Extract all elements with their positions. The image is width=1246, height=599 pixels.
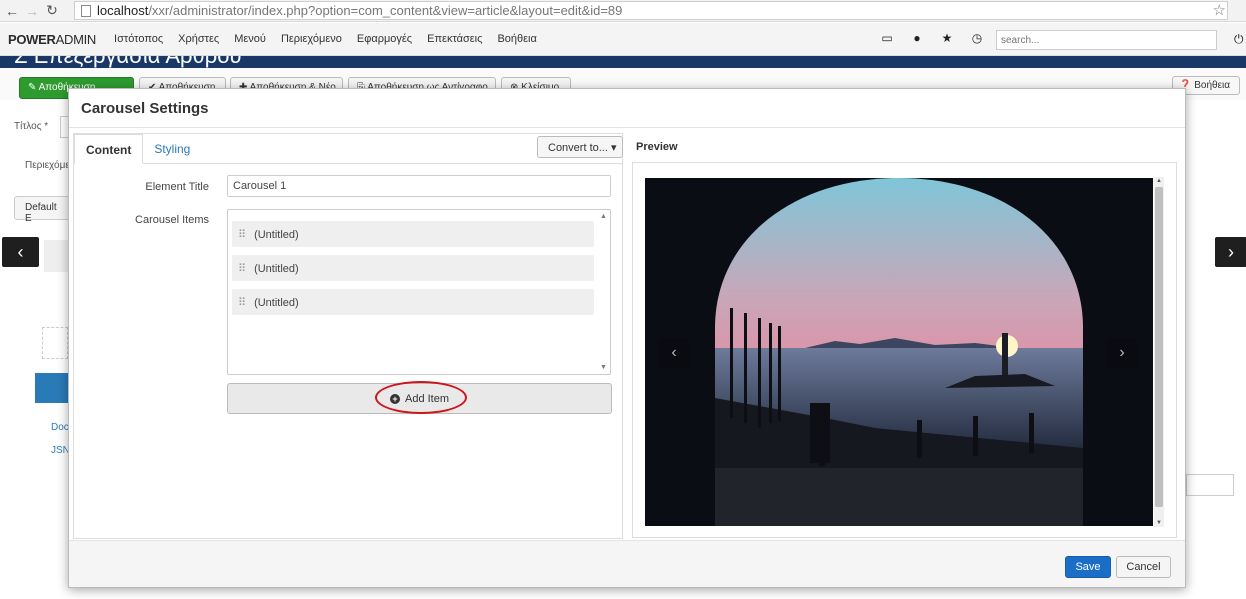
cancel-button[interactable]: Cancel	[1116, 556, 1171, 578]
drag-handle-icon[interactable]: ⠿	[238, 297, 246, 309]
settings-tabs: Content Styling	[74, 134, 201, 164]
bg-dropzone	[42, 327, 68, 359]
element-title-label: Element Title	[145, 181, 209, 193]
forward-arrow-icon[interactable]: →	[22, 1, 42, 21]
bg-default-editor-button[interactable]: Default E	[14, 196, 70, 224]
carousel-prev-icon[interactable]: ‹	[659, 338, 689, 368]
carousel-preview-image: ‹ ›	[645, 178, 1153, 526]
back-arrow-icon[interactable]: ←	[2, 1, 22, 21]
content-panel: Content Styling Convert to... ▾ Element …	[73, 133, 623, 539]
admin-menu: Ιστότοπος Χρήστες Μενού Περιεχόμενο Εφαρ…	[114, 33, 552, 45]
reload-icon[interactable]: ↻	[42, 1, 62, 21]
power-icon[interactable]: ⏻	[1234, 32, 1244, 47]
menu-item-content[interactable]: Περιεχόμενο	[281, 33, 342, 45]
preview-panel: ‹ › ▲ ▼	[632, 162, 1177, 538]
bg-title-label: Τίτλος *	[14, 121, 49, 132]
url-field[interactable]: localhost /xxr/administrator/index.php?o…	[74, 1, 1228, 20]
search-input[interactable]	[996, 30, 1217, 50]
bg-panel	[44, 240, 68, 272]
bookmark-star-icon[interactable]: ☆	[1213, 1, 1226, 19]
tab-styling[interactable]: Styling	[143, 134, 201, 164]
element-title-input[interactable]	[227, 175, 611, 197]
menu-item-components[interactable]: Εφαρμογές	[357, 33, 412, 45]
menu-item-help[interactable]: Βοήθεια	[497, 33, 536, 45]
menu-item-site[interactable]: Ιστότοπος	[114, 33, 163, 45]
user-icon[interactable]: ●	[902, 31, 932, 45]
list-item[interactable]: ⠿ (Untitled)	[232, 255, 594, 281]
modal-header: Carousel Settings	[69, 89, 1185, 128]
url-path: /xxr/administrator/index.php?option=com_…	[148, 3, 623, 18]
list-item[interactable]: ⠿ (Untitled)	[232, 289, 594, 315]
page-title-strip: Σ Επεξεργασία Άρθρου	[0, 56, 1246, 68]
star-icon[interactable]: ★	[932, 31, 962, 45]
carousel-items-list: ⠿ (Untitled) ⠿ (Untitled) ⠿ (Untitled) ▲ ▼	[227, 209, 611, 375]
carousel-settings-modal: Carousel Settings Content Styling Conver…	[68, 88, 1186, 588]
brand-logo[interactable]: POWERADMIN	[8, 32, 96, 47]
bg-docs-link[interactable]: Doc	[51, 422, 69, 433]
menu-item-users[interactable]: Χρήστες	[178, 33, 219, 45]
admin-topbar: POWERADMIN Ιστότοπος Χρήστες Μενού Περιε…	[0, 23, 1246, 56]
bg-blue-button[interactable]	[35, 373, 68, 403]
carousel-next-icon[interactable]: ›	[1107, 338, 1137, 368]
modal-title: Carousel Settings	[81, 100, 209, 117]
items-scrollbar[interactable]: ▲ ▼	[599, 211, 609, 373]
chevron-left-icon[interactable]: ‹	[2, 237, 39, 267]
tab-content[interactable]: Content	[74, 134, 144, 164]
carousel-items-label: Carousel Items	[135, 214, 209, 226]
menu-item-extensions[interactable]: Επεκτάσεις	[427, 33, 482, 45]
monitor-icon[interactable]: ▭	[872, 31, 902, 45]
list-item[interactable]: ⠿ (Untitled)	[232, 221, 594, 247]
drag-handle-icon[interactable]: ⠿	[238, 229, 246, 241]
chevron-right-icon[interactable]: ›	[1215, 237, 1246, 267]
page-title: Σ Επεξεργασία Άρθρου	[14, 56, 242, 68]
preview-scrollbar[interactable]: ▲ ▼	[1154, 177, 1164, 527]
preview-label: Preview	[636, 141, 678, 153]
page-icon	[81, 4, 91, 17]
save-button[interactable]: Save	[1065, 556, 1111, 578]
bg-content-tab[interactable]: Περιεχόμε	[25, 160, 70, 171]
clock-icon[interactable]: ◷	[962, 31, 992, 45]
convert-to-button[interactable]: Convert to... ▾	[537, 136, 623, 158]
browser-address-bar: ← → ↻ localhost /xxr/administrator/index…	[0, 0, 1246, 22]
url-host: localhost	[97, 3, 149, 18]
modal-footer: Save Cancel	[69, 540, 1185, 587]
bg-right-input[interactable]	[1186, 474, 1234, 496]
highlight-annotation	[375, 381, 467, 414]
menu-item-menus[interactable]: Μενού	[234, 33, 266, 45]
drag-handle-icon[interactable]: ⠿	[238, 263, 246, 275]
